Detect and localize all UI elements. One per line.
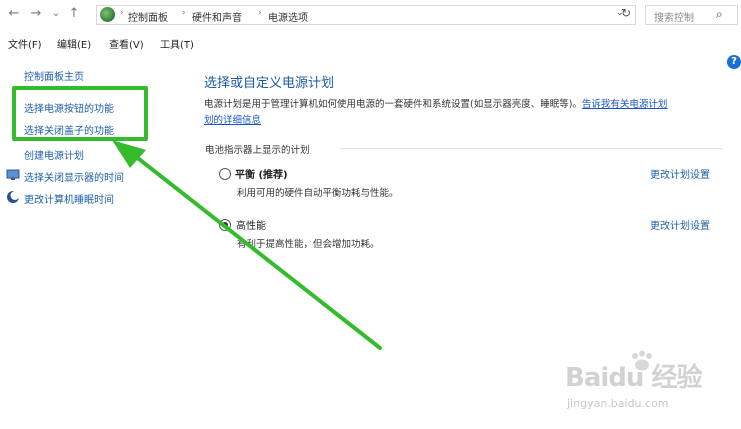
watermark-brand: Baidu 经验 [565,363,702,393]
baidu-watermark: Baidu 经验 jingyan.baidu.com [565,350,735,417]
watermark-url: jingyan.baidu.com [567,397,669,410]
